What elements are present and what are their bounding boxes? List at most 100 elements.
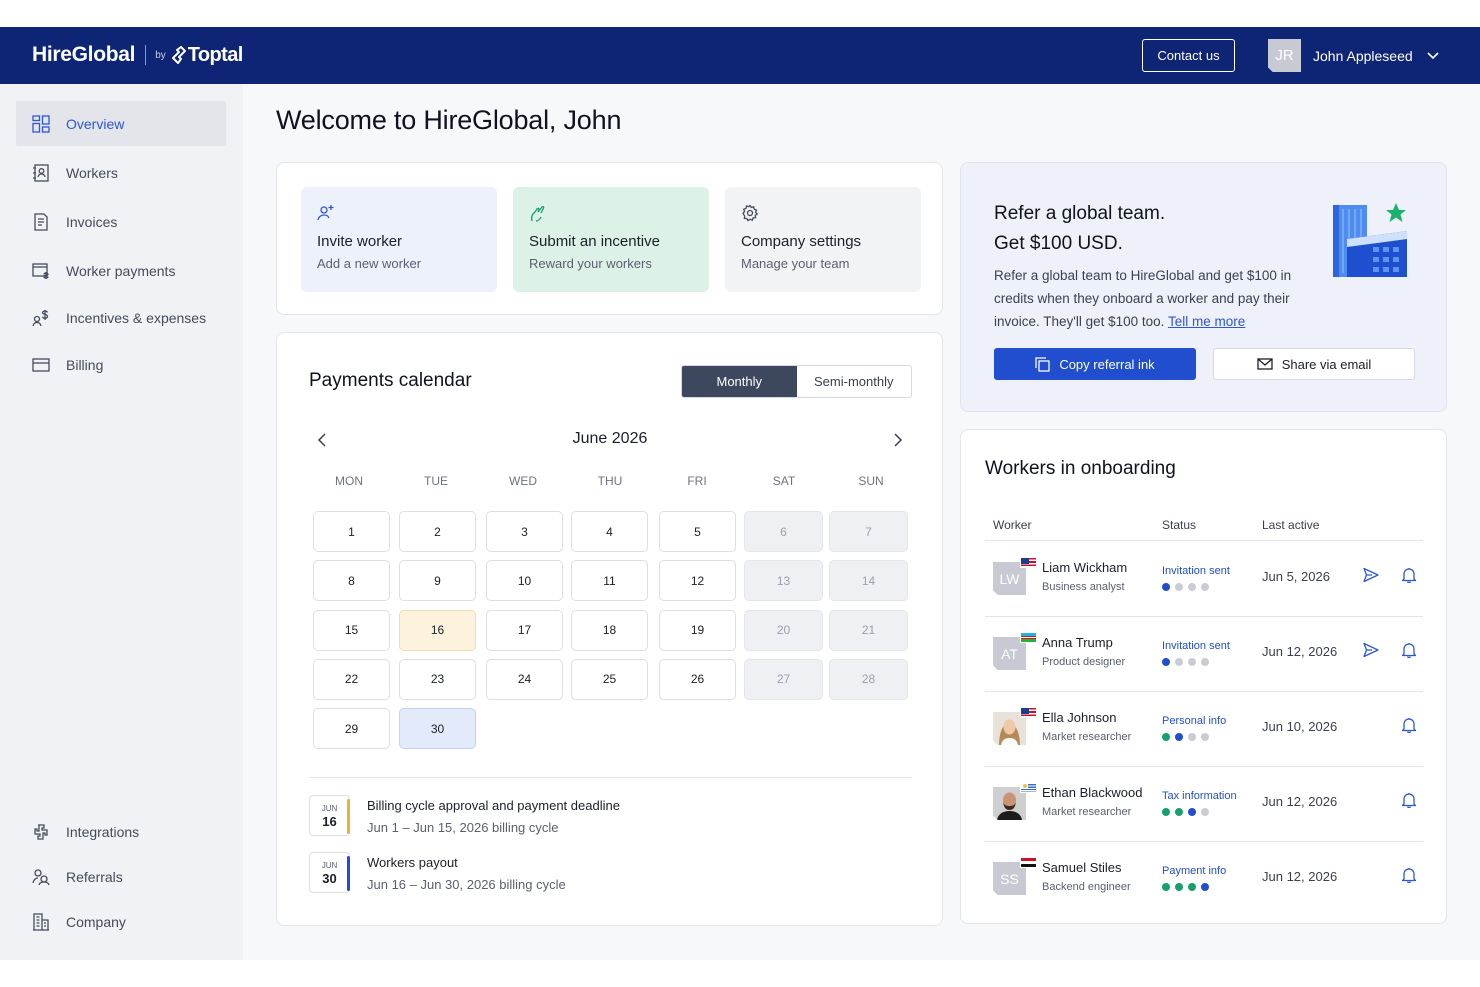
semi-monthly-toggle-button[interactable]: Semi-monthly	[797, 366, 912, 397]
contact-us-button[interactable]: Contact us	[1142, 39, 1235, 72]
sidebar-item-billing[interactable]: Billing	[16, 342, 226, 387]
progress-dot	[1175, 733, 1183, 741]
event-day: 16	[322, 814, 337, 829]
payments-calendar-card: Payments calendar Monthly Semi-monthly J…	[276, 332, 943, 926]
event-accent-bar	[347, 799, 350, 834]
calendar-title: Payments calendar	[309, 370, 472, 391]
calendar-day[interactable]: 4	[571, 511, 648, 552]
incentive-icon	[529, 204, 693, 224]
sidebar-item-label: Integrations	[66, 823, 140, 840]
calendar-day[interactable]: 16	[399, 609, 476, 651]
sidebar-item-integrations[interactable]: Integrations	[16, 809, 226, 854]
column-header-status: Status	[1162, 518, 1197, 532]
progress-dot	[1201, 808, 1209, 816]
monthly-toggle-button[interactable]: Monthly	[682, 366, 797, 397]
brand-divider	[145, 45, 147, 65]
progress-dot	[1175, 583, 1183, 591]
calendar-day[interactable]: 3	[486, 511, 563, 552]
progress-dot	[1188, 808, 1196, 816]
calendar-day[interactable]: 24	[486, 658, 563, 700]
top-header: HireGlobal by Toptal Contact us JR John …	[0, 27, 1480, 84]
calendar-day[interactable]: 27	[744, 658, 823, 700]
calendar-day[interactable]: 30	[399, 708, 476, 750]
status-label: Payment info	[1162, 865, 1227, 877]
quick-actions-card: Invite worker Add a new worker Submit an…	[276, 162, 943, 315]
sidebar-item-company[interactable]: Company	[16, 899, 226, 944]
calendar-day[interactable]: 12	[659, 560, 736, 602]
sidebar-item-label: Billing	[66, 356, 104, 373]
table-row[interactable]: SS Samuel Stiles Backend engineer Payment i…	[985, 841, 1423, 916]
status-label: Personal info	[1162, 715, 1227, 727]
bell-icon[interactable]	[1400, 567, 1418, 588]
weekday-label: SUN	[858, 474, 884, 488]
weekday-label: WED	[509, 474, 537, 488]
sidebar-item-overview[interactable]: Overview	[16, 101, 226, 146]
sidebar-item-referrals[interactable]: Referrals	[16, 854, 226, 899]
copy-referral-link-button[interactable]: Copy referral ink	[994, 348, 1196, 380]
resend-invite-icon[interactable]	[1363, 567, 1379, 588]
sidebar-item-worker-payments[interactable]: Worker payments	[16, 248, 226, 293]
frequency-toggle: Monthly Semi-monthly	[681, 365, 912, 398]
submit-incentive-action[interactable]: Submit an incentive Reward your workers	[513, 187, 709, 292]
resend-invite-icon[interactable]	[1363, 642, 1379, 663]
progress-dot	[1175, 808, 1183, 816]
calendar-day[interactable]: 11	[571, 560, 648, 602]
calendar-day[interactable]: 9	[399, 560, 476, 602]
calendar-day[interactable]: 15	[313, 609, 390, 651]
table-row[interactable]: LW Liam Wickham Business analyst Invitation…	[985, 541, 1423, 616]
progress-dot	[1162, 658, 1170, 666]
bell-icon[interactable]	[1400, 867, 1418, 888]
calendar-day[interactable]: 5	[659, 511, 736, 552]
sidebar-item-label: Invoices	[66, 213, 118, 230]
brand-logo[interactable]: HireGlobal by Toptal	[32, 43, 243, 67]
worker-role: Business analyst	[1042, 581, 1125, 593]
table-row[interactable]: AT Anna Trump Product designer Invitation s…	[985, 616, 1423, 691]
sidebar-item-workers[interactable]: Workers	[16, 150, 226, 195]
event-date-badge: JUN 16	[309, 795, 350, 836]
tell-me-more-link[interactable]: Tell me more	[1168, 314, 1245, 329]
table-row[interactable]: Ethan Blackwood Market researcher Tax info…	[985, 766, 1423, 841]
user-menu[interactable]: JR John Appleseed	[1268, 39, 1439, 72]
calendar-day[interactable]: 10	[486, 560, 563, 602]
weekday-label: THU	[597, 474, 623, 488]
bell-icon[interactable]	[1400, 642, 1418, 663]
last-active: Jun 5, 2026	[1262, 569, 1330, 584]
toptal-mark-icon	[171, 46, 186, 64]
calendar-day[interactable]: 29	[313, 708, 390, 750]
calendar-day[interactable]: 14	[829, 560, 908, 602]
progress-dot	[1175, 883, 1183, 891]
weekday-label: MON	[335, 474, 363, 488]
invite-worker-action[interactable]: Invite worker Add a new worker	[301, 187, 497, 292]
calendar-day[interactable]: 1	[313, 511, 390, 552]
copy-referral-label: Copy referral ink	[1059, 356, 1155, 372]
progress-dots	[1162, 583, 1214, 591]
calendar-day[interactable]: 22	[313, 658, 390, 700]
table-row[interactable]: Ella Johnson Market researcher Personal in…	[985, 691, 1423, 766]
sidebar-item-invoices[interactable]: Invoices	[16, 199, 226, 244]
calendar-day[interactable]: 8	[313, 560, 390, 602]
share-via-email-button[interactable]: Share via email	[1213, 348, 1415, 380]
calendar-day[interactable]: 23	[399, 658, 476, 700]
progress-dot	[1162, 808, 1170, 816]
calendar-day[interactable]: 13	[744, 560, 823, 602]
next-month-button[interactable]	[888, 430, 908, 450]
calendar-day[interactable]: 26	[659, 658, 736, 700]
calendar-day[interactable]: 28	[829, 658, 908, 700]
sidebar-item-incentives[interactable]: Incentives & expenses	[16, 295, 226, 340]
calendar-day[interactable]: 7	[829, 511, 908, 552]
calendar-day[interactable]: 17	[486, 609, 563, 651]
calendar-day[interactable]: 6	[744, 511, 823, 552]
calendar-day[interactable]: 18	[571, 609, 648, 651]
calendar-day[interactable]: 20	[744, 609, 823, 651]
bell-icon[interactable]	[1400, 717, 1418, 738]
calendar-day[interactable]: 21	[829, 609, 908, 651]
calendar-day[interactable]: 2	[399, 511, 476, 552]
calendar-day[interactable]: 19	[659, 609, 736, 651]
worker-name: Anna Trump	[1042, 635, 1113, 650]
company-settings-action[interactable]: Company settings Manage your team	[725, 187, 921, 292]
building-icon	[32, 912, 50, 931]
last-active: Jun 10, 2026	[1262, 719, 1338, 734]
bell-icon[interactable]	[1400, 792, 1418, 813]
referral-headline-line2: Get $100 USD.	[994, 233, 1123, 254]
calendar-day[interactable]: 25	[571, 658, 648, 700]
